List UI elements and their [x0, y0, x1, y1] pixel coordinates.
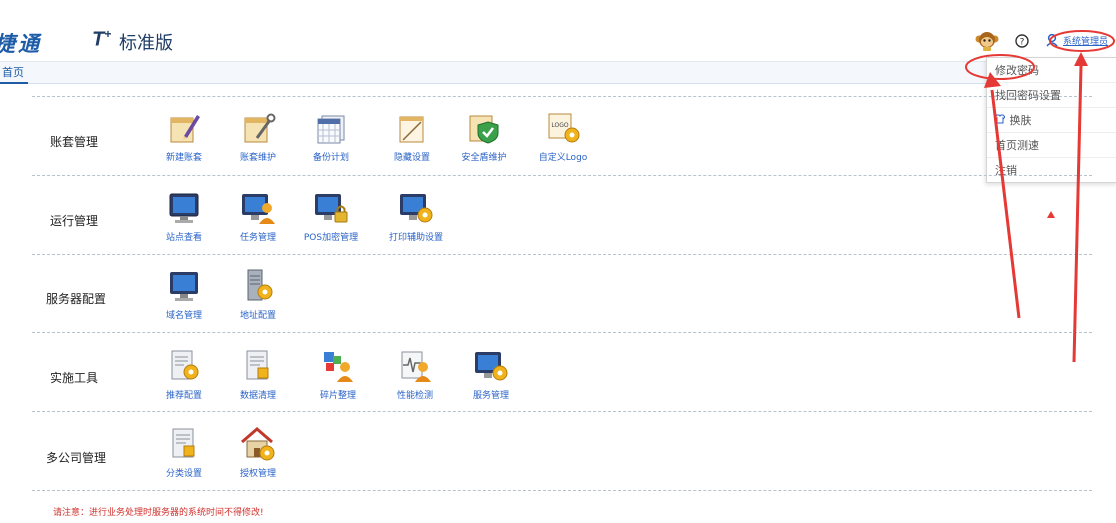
monitor-lock-icon	[315, 194, 348, 223]
menu-item-change-skin[interactable]: 换肤	[987, 108, 1116, 133]
browser-strip	[0, 0, 1116, 16]
custom-logo-button[interactable]: LOGO 自定义Logo	[528, 108, 598, 163]
product-logo-plus: +	[104, 27, 112, 41]
print-assist-settings-button[interactable]: 打印辅助设置	[381, 190, 451, 243]
product-logo-letter: T	[92, 28, 105, 51]
menu-item-label: 修改密码	[995, 64, 1039, 77]
tool-label: POS加密管理	[303, 233, 359, 243]
new-account-set-button[interactable]: 新建账套	[149, 110, 219, 163]
section-divider	[32, 96, 1092, 97]
monkey-avatar-icon[interactable]	[975, 30, 999, 55]
recommended-config-button[interactable]: 推荐配置	[149, 348, 219, 401]
document-icon	[246, 350, 269, 380]
section-divider	[32, 411, 1092, 412]
tool-label: 打印辅助设置	[388, 233, 443, 243]
tool-label: 新建账套	[165, 153, 202, 163]
tool-label: 自定义Logo	[538, 153, 588, 163]
brand-logo: 捷通	[0, 31, 42, 56]
address-config-button[interactable]: 地址配置	[223, 268, 293, 321]
tool-label: 备份计划	[312, 153, 349, 163]
tool-label: 推荐配置	[165, 391, 202, 401]
tab-bar	[0, 62, 1116, 84]
tool-label: 隐藏设置	[393, 153, 430, 163]
tab-home[interactable]: 首页	[0, 64, 28, 84]
puzzle-user-icon	[324, 352, 353, 382]
calendar-icon	[317, 115, 345, 144]
monitor-icon	[169, 193, 199, 223]
tool-label: 碎片整理	[319, 391, 356, 401]
user-dropdown-menu: 修改密码 找回密码设置 换肤 首页测速 注销	[986, 57, 1116, 183]
section-divider	[32, 332, 1092, 333]
notebook-pen-icon	[170, 115, 200, 143]
svg-text:?: ?	[1020, 38, 1025, 48]
monitor-gear-icon	[400, 194, 433, 223]
section-label-server-config: 服务器配置	[46, 292, 107, 306]
annotation-small-triangle	[1047, 211, 1055, 218]
defragment-button[interactable]: 碎片整理	[303, 348, 373, 401]
logo-gear-icon: LOGO	[548, 113, 580, 143]
help-icon[interactable]: ?	[1015, 34, 1029, 51]
house-gear-icon	[241, 427, 275, 461]
section-label-operations: 运行管理	[50, 214, 99, 228]
site-view-button[interactable]: 站点查看	[149, 190, 219, 243]
tool-label: 站点查看	[165, 233, 202, 243]
section-divider	[32, 490, 1092, 491]
document-gear-icon	[171, 350, 199, 380]
menu-item-label: 换肤	[1009, 114, 1032, 127]
notebook-slash-icon	[399, 116, 424, 143]
menu-item-speed-test[interactable]: 首页测速	[987, 133, 1116, 158]
section-label-implementation-tools: 实施工具	[50, 371, 99, 385]
monitor-gear-icon	[475, 352, 508, 381]
menu-item-label: 首页测速	[995, 139, 1039, 152]
tool-label: 服务管理	[472, 391, 509, 401]
edition-label: 标准版	[119, 33, 173, 54]
system-time-warning: 请注意：进行业务处理时服务器的系统时间不得修改!	[53, 508, 264, 518]
svg-text:LOGO: LOGO	[551, 122, 569, 129]
service-management-button[interactable]: 服务管理	[456, 348, 526, 401]
system-admin-link[interactable]: 系统管理员	[1063, 34, 1108, 47]
monitor-icon	[170, 272, 198, 301]
tool-label: 授权管理	[239, 469, 276, 479]
pos-encryption-button[interactable]: POS加密管理	[296, 190, 366, 243]
tool-label: 账套维护	[239, 153, 276, 163]
tool-label: 任务管理	[239, 233, 276, 243]
notebook-wrench-icon	[244, 113, 276, 143]
tool-label: 地址配置	[239, 311, 276, 321]
authorization-management-button[interactable]: 授权管理	[223, 424, 293, 479]
hidden-settings-button[interactable]: 隐藏设置	[377, 110, 447, 163]
shirt-icon	[994, 108, 1006, 133]
section-label-multi-company: 多公司管理	[46, 451, 107, 465]
section-label-account-sets: 账套管理	[50, 135, 99, 149]
server-gear-icon	[247, 269, 273, 301]
product-logo: T+	[92, 27, 111, 52]
section-divider	[32, 175, 1092, 176]
menu-item-change-password[interactable]: 修改密码	[987, 58, 1116, 83]
account-set-maintenance-button[interactable]: 账套维护	[223, 110, 293, 163]
user-icon[interactable]	[1046, 33, 1060, 50]
shield-check-icon	[469, 115, 499, 144]
menu-item-logout[interactable]: 注销	[987, 158, 1116, 183]
tool-label: 分类设置	[165, 469, 202, 479]
tool-label: 域名管理	[165, 311, 202, 321]
section-divider	[32, 254, 1092, 255]
tool-label: 安全盾维护	[461, 153, 507, 163]
category-settings-button[interactable]: 分类设置	[149, 426, 219, 479]
performance-check-button[interactable]: 性能检测	[380, 348, 450, 401]
backup-plan-button[interactable]: 备份计划	[296, 110, 366, 163]
security-shield-maintenance-button[interactable]: 安全盾维护	[449, 110, 519, 163]
domain-management-button[interactable]: 域名管理	[149, 268, 219, 321]
document-gear-icon	[172, 428, 195, 458]
monitor-user-icon	[242, 194, 275, 224]
data-cleanup-button[interactable]: 数据清理	[223, 348, 293, 401]
task-management-button[interactable]: 任务管理	[223, 190, 293, 243]
pulse-user-icon	[401, 351, 431, 382]
tool-label: 数据清理	[239, 391, 276, 401]
tool-label: 性能检测	[396, 391, 433, 401]
